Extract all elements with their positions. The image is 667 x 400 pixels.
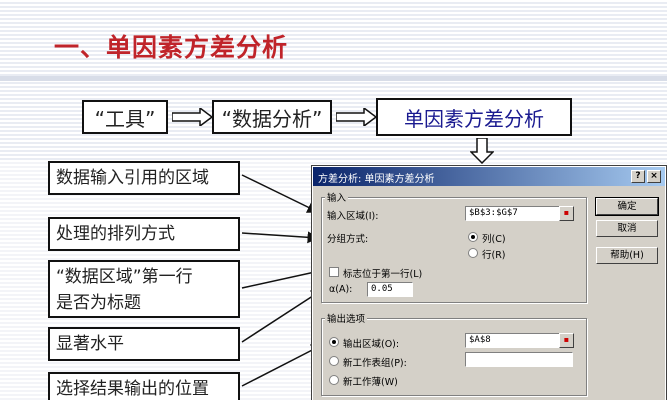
new-sheet-radio[interactable]	[329, 356, 339, 366]
input-group-label: 输入	[325, 190, 349, 204]
new-sheet-field[interactable]	[465, 352, 573, 367]
input-range-label: 输入区域(I):	[327, 211, 379, 222]
output-range-field[interactable]: $A$8	[465, 333, 573, 348]
dialog-title: 方差分析: 单因素方差分析	[318, 174, 435, 185]
alpha-field[interactable]: 0.05	[367, 282, 413, 297]
ok-button[interactable]: 确定	[595, 197, 659, 216]
input-range-field[interactable]: $B$3:$G$7	[465, 206, 573, 221]
new-workbook-label: 新工作薄(W)	[343, 377, 398, 388]
by-column-radio[interactable]	[468, 232, 478, 242]
new-workbook-radio[interactable]	[329, 375, 339, 385]
output-range-label: 输出区域(O):	[343, 339, 400, 350]
collapse-range-icon[interactable]: ▪	[559, 206, 574, 221]
dialog-titlebar: 方差分析: 单因素方差分析 ? ×	[313, 167, 665, 186]
help-icon[interactable]: ?	[631, 170, 645, 183]
new-sheet-label: 新工作表组(P):	[343, 358, 407, 369]
by-row-radio[interactable]	[468, 248, 478, 258]
labels-first-row-label: 标志位于第一行(L)	[343, 269, 423, 280]
anova-dialog: 方差分析: 单因素方差分析 ? × 输入 输入区域(I): $B$3:$G$7 …	[311, 165, 667, 400]
grouping-label: 分组方式:	[327, 234, 369, 245]
by-row-label: 行(R)	[482, 250, 506, 261]
labels-first-row-checkbox[interactable]	[329, 267, 339, 277]
help-button[interactable]: 帮助(H)	[596, 247, 658, 264]
alpha-label: α(A):	[329, 284, 353, 295]
close-icon[interactable]: ×	[647, 170, 661, 183]
by-column-label: 列(C)	[482, 234, 506, 245]
cancel-button[interactable]: 取消	[596, 220, 658, 237]
output-group-label: 输出选项	[325, 311, 368, 325]
output-range-radio[interactable]	[329, 337, 339, 347]
collapse-output-icon[interactable]: ▪	[559, 333, 574, 348]
